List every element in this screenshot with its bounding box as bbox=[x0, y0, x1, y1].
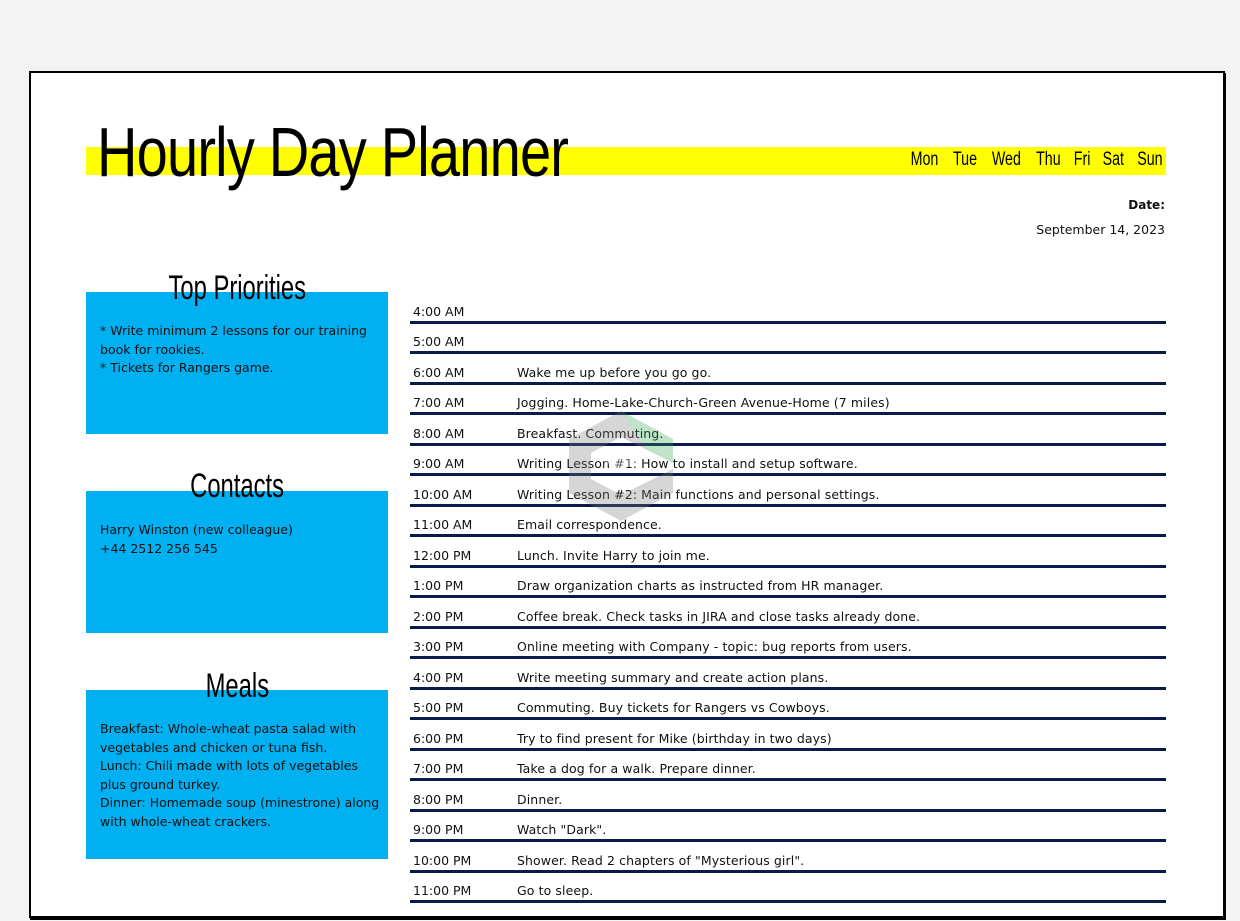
contacts-text: Harry Winston (new colleague) +44 2512 2… bbox=[100, 521, 380, 558]
weekday-mon[interactable]: Mon bbox=[911, 149, 939, 171]
date-label: Date: bbox=[1128, 198, 1165, 212]
task-entry[interactable]: Coffee break. Check tasks in JIRA and cl… bbox=[517, 609, 1166, 624]
meals-box[interactable]: Breakfast: Whole-wheat pasta salad with … bbox=[86, 690, 388, 859]
schedule-row[interactable]: 10:00 PM Shower. Read 2 chapters of "Myst… bbox=[410, 842, 1166, 873]
weekday-tue[interactable]: Tue bbox=[953, 149, 977, 171]
meal-lunch: Lunch: Chili made with lots of vegetable… bbox=[100, 758, 358, 792]
time-label: 10:00 PM bbox=[413, 852, 472, 868]
priority-item: * Tickets for Rangers game. bbox=[100, 360, 274, 375]
date-value[interactable]: September 14, 2023 bbox=[1036, 222, 1165, 237]
schedule-row[interactable]: 11:00 PM Go to sleep. bbox=[410, 873, 1166, 903]
time-label: 5:00 AM bbox=[413, 334, 465, 349]
time-label: 8:00 AM bbox=[413, 425, 465, 441]
task-entry[interactable]: Breakfast. Commuting. bbox=[517, 426, 1166, 441]
schedule-row[interactable]: 8:00 PM Dinner. bbox=[410, 781, 1166, 812]
schedule-row[interactable]: 4:00 PM Write meeting summary and create … bbox=[410, 659, 1166, 690]
meal-breakfast: Breakfast: Whole-wheat pasta salad with … bbox=[100, 721, 357, 755]
planner-page: Hourly Day Planner Mon Tue Wed Thu Fri S… bbox=[29, 71, 1225, 918]
task-entry[interactable]: Try to find present for Mike (birthday i… bbox=[517, 731, 1166, 746]
priorities-box[interactable]: * Write minimum 2 lessons for our traini… bbox=[86, 292, 388, 434]
weekday-selector: Mon Tue Wed Thu Fri Sat Sun bbox=[900, 149, 1167, 171]
weekday-fri[interactable]: Fri bbox=[1073, 149, 1090, 171]
time-label: 3:00 PM bbox=[413, 639, 464, 654]
weekday-sun[interactable]: Sun bbox=[1137, 149, 1162, 171]
schedule-row[interactable]: 12:00 PM Lunch. Invite Harry to join me. bbox=[410, 537, 1166, 568]
priority-item: * Write minimum 2 lessons for our traini… bbox=[100, 323, 367, 357]
meal-dinner: Dinner: Homemade soup (minestrone) along… bbox=[100, 795, 380, 829]
task-entry[interactable]: Dinner. bbox=[517, 792, 1166, 807]
weekday-wed[interactable]: Wed bbox=[992, 149, 1021, 171]
priorities-title: Top Priorities bbox=[168, 269, 306, 307]
task-entry[interactable]: Shower. Read 2 chapters of "Mysterious g… bbox=[517, 853, 1166, 868]
time-label: 4:00 PM bbox=[413, 669, 464, 685]
task-entry[interactable]: Writing Lesson #1: How to install and se… bbox=[517, 456, 1166, 471]
task-entry[interactable]: Write meeting summary and create action … bbox=[517, 670, 1166, 685]
task-entry[interactable]: Draw organization charts as instructed f… bbox=[517, 578, 1166, 593]
task-entry[interactable]: Wake me up before you go go. bbox=[517, 365, 1166, 380]
time-label: 12:00 PM bbox=[413, 547, 472, 563]
schedule-row[interactable]: 8:00 AM Breakfast. Commuting. bbox=[410, 415, 1166, 446]
time-label: 8:00 PM bbox=[413, 791, 464, 807]
contact-phone: +44 2512 256 545 bbox=[100, 540, 218, 556]
time-label: 2:00 PM bbox=[413, 608, 464, 624]
task-entry[interactable]: Writing Lesson #2: Main functions and pe… bbox=[517, 487, 1166, 502]
contact-name: Harry Winston (new colleague) bbox=[100, 522, 293, 537]
time-label: 4:00 AM bbox=[413, 303, 465, 319]
page-title: Hourly Day Planner bbox=[97, 113, 569, 191]
schedule-row[interactable]: 6:00 AM Wake me up before you go go. bbox=[410, 354, 1166, 385]
time-label: 9:00 PM bbox=[413, 822, 464, 837]
weekday-sat[interactable]: Sat bbox=[1102, 149, 1123, 171]
schedule-row[interactable]: 1:00 PM Draw organization charts as instr… bbox=[410, 568, 1166, 598]
schedule-row[interactable]: 4:00 AM bbox=[410, 293, 1166, 324]
schedule-row[interactable]: 5:00 AM bbox=[410, 324, 1166, 354]
task-entry[interactable]: Lunch. Invite Harry to join me. bbox=[517, 548, 1166, 563]
schedule-row[interactable]: 11:00 AM Email correspondence. bbox=[410, 507, 1166, 537]
time-label: 7:00 AM bbox=[413, 395, 465, 410]
time-label: 6:00 PM bbox=[413, 730, 464, 746]
time-label: 10:00 AM bbox=[413, 486, 473, 502]
task-entry[interactable]: Go to sleep. bbox=[517, 883, 1166, 898]
schedule-row[interactable]: 9:00 AM Writing Lesson #1: How to install… bbox=[410, 446, 1166, 476]
schedule-row[interactable]: 9:00 PM Watch "Dark". bbox=[410, 812, 1166, 842]
schedule-row[interactable]: 7:00 PM Take a dog for a walk. Prepare di… bbox=[410, 751, 1166, 781]
task-entry[interactable]: Commuting. Buy tickets for Rangers vs Co… bbox=[517, 700, 1166, 715]
task-entry[interactable]: Email correspondence. bbox=[517, 517, 1166, 532]
hourly-schedule: 4:00 AM 5:00 AM 6:00 AM Wake me up before… bbox=[410, 293, 1166, 903]
schedule-row[interactable]: 6:00 PM Try to find present for Mike (bir… bbox=[410, 720, 1166, 751]
time-label: 6:00 AM bbox=[413, 364, 465, 380]
contacts-box[interactable]: Harry Winston (new colleague) +44 2512 2… bbox=[86, 491, 388, 633]
meals-title: Meals bbox=[205, 667, 269, 705]
task-entry[interactable]: Online meeting with Company - topic: bug… bbox=[517, 639, 1166, 654]
task-entry[interactable]: Take a dog for a walk. Prepare dinner. bbox=[517, 761, 1166, 776]
task-entry[interactable]: Jogging. Home-Lake-Church-Green Avenue-H… bbox=[517, 395, 1166, 410]
priorities-text: * Write minimum 2 lessons for our traini… bbox=[100, 322, 380, 378]
schedule-row[interactable]: 10:00 AM Writing Lesson #2: Main function… bbox=[410, 476, 1166, 507]
time-label: 5:00 PM bbox=[413, 700, 464, 715]
time-label: 1:00 PM bbox=[413, 578, 464, 593]
time-label: 9:00 AM bbox=[413, 456, 465, 471]
time-label: 11:00 PM bbox=[413, 883, 472, 898]
schedule-row[interactable]: 2:00 PM Coffee break. Check tasks in JIRA… bbox=[410, 598, 1166, 629]
schedule-row[interactable]: 5:00 PM Commuting. Buy tickets for Ranger… bbox=[410, 690, 1166, 720]
time-label: 7:00 PM bbox=[413, 761, 464, 776]
time-label: 11:00 AM bbox=[413, 517, 473, 532]
task-entry[interactable]: Watch "Dark". bbox=[517, 822, 1166, 837]
weekday-thu[interactable]: Thu bbox=[1036, 149, 1061, 171]
schedule-row[interactable]: 7:00 AM Jogging. Home-Lake-Church-Green A… bbox=[410, 385, 1166, 415]
schedule-row[interactable]: 3:00 PM Online meeting with Company - top… bbox=[410, 629, 1166, 659]
contacts-title: Contacts bbox=[190, 467, 284, 505]
meals-text: Breakfast: Whole-wheat pasta salad with … bbox=[100, 720, 380, 831]
